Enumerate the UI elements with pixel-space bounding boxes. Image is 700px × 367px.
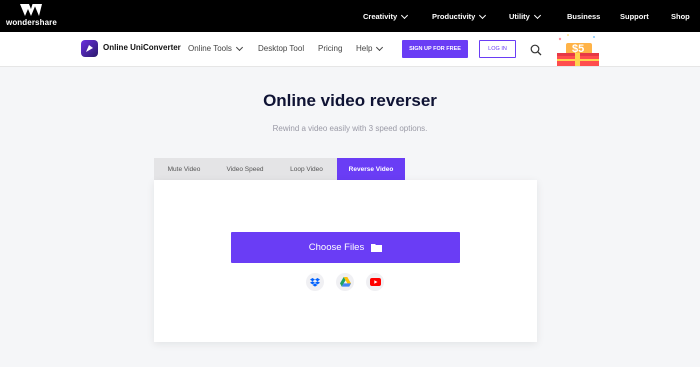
tab-reverse-video[interactable]: Reverse Video	[337, 158, 405, 180]
wondershare-logo[interactable]: wondershare	[6, 3, 58, 29]
chevron-down-icon	[376, 43, 384, 51]
nav-online-tools[interactable]: Online Tools	[188, 43, 243, 53]
search-icon[interactable]	[530, 44, 542, 56]
brand-name: wondershare	[6, 18, 57, 27]
upload-card: Choose Files	[154, 180, 537, 342]
wondershare-logo-icon	[20, 4, 42, 16]
dropbox-button[interactable]	[306, 273, 324, 291]
signup-button[interactable]: SIGN UP FOR FREE	[402, 40, 468, 58]
promo-gift[interactable]: $5	[552, 33, 602, 67]
top-nav-creativity[interactable]: Creativity	[363, 11, 409, 21]
chevron-down-icon	[235, 43, 243, 51]
login-button[interactable]: LOG IN	[479, 40, 516, 58]
choose-files-button[interactable]: Choose Files	[231, 232, 460, 263]
chevron-down-icon	[533, 11, 541, 19]
top-nav-productivity[interactable]: Productivity	[432, 11, 487, 21]
page-subtitle: Rewind a video easily with 3 speed optio…	[272, 124, 428, 133]
google-drive-button[interactable]	[336, 273, 354, 291]
tab-mute-video[interactable]: Mute Video	[154, 158, 214, 180]
youtube-icon	[369, 278, 381, 286]
top-nav-support[interactable]: Support	[620, 12, 649, 21]
nav-desktop-tool[interactable]: Desktop Tool	[258, 44, 304, 53]
chevron-down-icon	[401, 11, 409, 19]
nav-help[interactable]: Help	[356, 43, 384, 53]
top-nav-business[interactable]: Business	[567, 12, 600, 21]
uniconverter-logo-icon[interactable]	[81, 40, 98, 57]
dropbox-icon	[310, 277, 320, 287]
tab-video-speed[interactable]: Video Speed	[214, 158, 276, 180]
nav-pricing[interactable]: Pricing	[318, 44, 342, 53]
product-name[interactable]: Online UniConverter	[103, 43, 181, 52]
google-drive-icon	[339, 277, 351, 287]
youtube-button[interactable]	[366, 273, 384, 291]
tab-loop-video[interactable]: Loop Video	[276, 158, 337, 180]
promo-amount: $5	[572, 43, 585, 55]
chevron-down-icon	[479, 11, 487, 19]
choose-files-label: Choose Files	[308, 242, 365, 253]
top-nav-utility[interactable]: Utility	[509, 11, 541, 21]
page-title: Online video reverser	[263, 91, 437, 110]
top-bar: wondershare Creativity Productivity Util…	[0, 0, 700, 32]
folder-icon	[371, 244, 383, 252]
tool-tabs: Mute Video Video Speed Loop Video Revers…	[154, 158, 405, 180]
top-nav-shop[interactable]: Shop	[671, 12, 690, 21]
